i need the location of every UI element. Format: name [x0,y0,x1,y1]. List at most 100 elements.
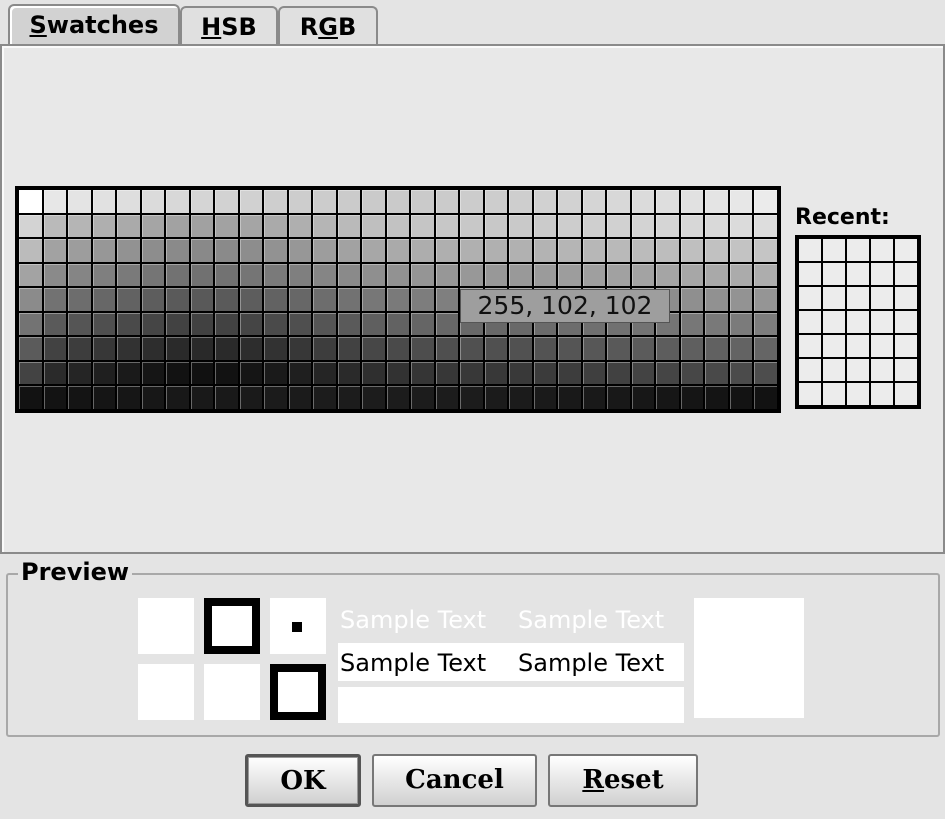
color-swatch[interactable] [386,386,409,409]
color-swatch[interactable] [558,214,581,237]
color-swatch[interactable] [239,214,262,237]
color-swatch[interactable] [68,312,91,335]
color-swatch[interactable] [386,263,409,286]
color-swatch[interactable] [705,312,728,335]
color-swatch[interactable] [117,190,140,213]
color-swatch[interactable] [68,386,91,409]
color-swatch[interactable] [337,361,360,384]
recent-swatch[interactable] [871,359,893,381]
color-swatch[interactable] [313,386,336,409]
color-swatch[interactable] [533,214,556,237]
color-swatch[interactable] [386,239,409,262]
color-swatch[interactable] [705,239,728,262]
color-swatch[interactable] [435,386,458,409]
color-swatch[interactable] [607,263,630,286]
color-swatch[interactable] [92,263,115,286]
color-swatch[interactable] [386,312,409,335]
color-swatch[interactable] [705,361,728,384]
ok-button[interactable]: OK [245,754,361,807]
color-swatch[interactable] [288,239,311,262]
color-swatch[interactable] [117,214,140,237]
tab-rgb[interactable]: RGB [278,6,378,44]
color-swatch[interactable] [166,337,189,360]
color-swatch[interactable] [705,263,728,286]
color-swatch[interactable] [141,288,164,311]
color-swatch[interactable] [484,239,507,262]
color-swatch[interactable] [264,239,287,262]
color-swatch[interactable] [313,239,336,262]
color-swatch[interactable] [705,214,728,237]
color-swatch[interactable] [264,288,287,311]
color-swatch[interactable] [631,386,654,409]
color-swatch[interactable] [166,361,189,384]
color-swatch[interactable] [411,239,434,262]
color-swatch[interactable] [215,190,238,213]
color-swatch[interactable] [288,337,311,360]
color-swatch[interactable] [435,288,458,311]
recent-swatch[interactable] [823,263,845,285]
color-swatch[interactable] [362,239,385,262]
color-swatch[interactable] [92,239,115,262]
recent-swatch[interactable] [799,239,821,261]
color-swatch[interactable] [460,214,483,237]
color-swatch[interactable] [141,361,164,384]
color-swatch[interactable] [460,190,483,213]
color-swatch[interactable] [19,386,42,409]
color-swatch[interactable] [460,337,483,360]
color-swatch[interactable] [117,288,140,311]
recent-swatch[interactable] [799,383,821,405]
color-swatch[interactable] [582,263,605,286]
color-swatch[interactable] [264,361,287,384]
color-swatch[interactable] [239,263,262,286]
color-swatch[interactable] [43,288,66,311]
color-swatch[interactable] [166,263,189,286]
color-swatch[interactable] [313,361,336,384]
color-swatch[interactable] [705,190,728,213]
recent-swatch[interactable] [799,359,821,381]
color-swatch[interactable] [411,337,434,360]
recent-swatch[interactable] [895,287,917,309]
recent-swatch[interactable] [847,287,869,309]
recent-swatches[interactable] [795,235,921,409]
color-swatch[interactable] [141,337,164,360]
color-swatch[interactable] [656,337,679,360]
color-swatch[interactable] [386,337,409,360]
color-swatch[interactable] [729,263,752,286]
color-swatch[interactable] [631,214,654,237]
color-swatch[interactable] [729,386,752,409]
color-swatch[interactable] [117,386,140,409]
color-swatch[interactable] [190,263,213,286]
color-swatch[interactable] [460,361,483,384]
color-swatch[interactable] [386,288,409,311]
color-swatch[interactable] [411,288,434,311]
color-swatch[interactable] [680,288,703,311]
color-swatch[interactable] [607,214,630,237]
color-swatch[interactable] [411,214,434,237]
color-swatch[interactable] [337,190,360,213]
recent-swatch[interactable] [799,263,821,285]
tab-swatches[interactable]: Swatches [8,4,180,46]
color-swatch[interactable] [729,239,752,262]
color-swatch[interactable] [558,190,581,213]
color-swatch[interactable] [509,190,532,213]
color-swatch[interactable] [754,190,777,213]
color-swatch[interactable] [43,190,66,213]
cancel-button[interactable]: Cancel [372,754,537,807]
color-swatch[interactable] [754,386,777,409]
color-swatch[interactable] [754,239,777,262]
color-swatch[interactable] [337,386,360,409]
color-swatch[interactable] [190,312,213,335]
color-swatch[interactable] [288,386,311,409]
color-swatch[interactable] [288,288,311,311]
color-swatch[interactable] [362,312,385,335]
color-swatch[interactable] [582,386,605,409]
color-swatch[interactable] [509,214,532,237]
color-swatch[interactable] [680,312,703,335]
color-swatch[interactable] [656,214,679,237]
color-swatch[interactable] [754,361,777,384]
color-swatch[interactable] [43,337,66,360]
color-swatch[interactable] [141,239,164,262]
color-swatch[interactable] [754,337,777,360]
color-swatch[interactable] [337,263,360,286]
color-swatch[interactable] [43,239,66,262]
